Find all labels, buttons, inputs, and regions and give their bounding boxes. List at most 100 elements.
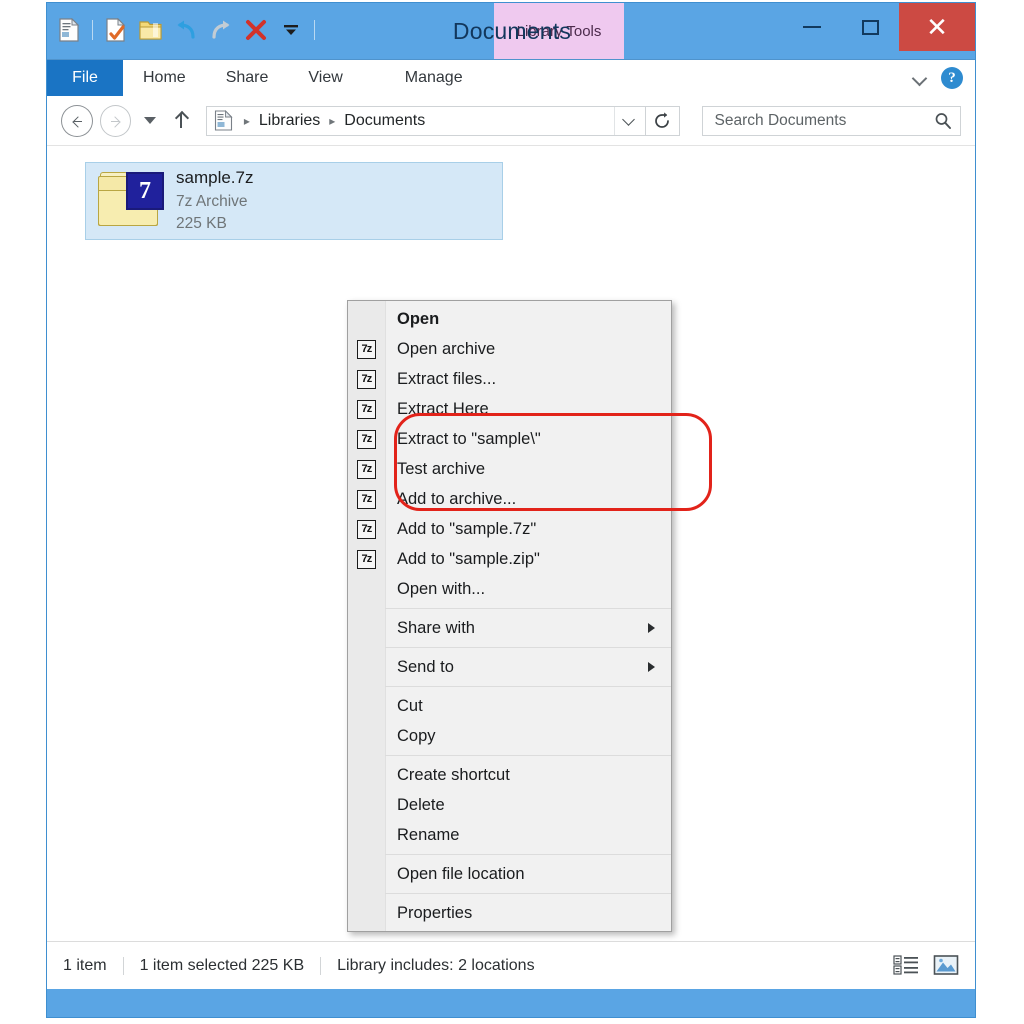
7z-icon: 7z [357,489,376,509]
menu-separator [385,755,671,756]
large-icons-view-button[interactable] [933,954,959,978]
arrow-right-icon [110,115,122,127]
menu-item-share-with[interactable]: Share with [348,613,671,643]
chevron-down-icon[interactable] [913,71,927,85]
seven-zip-badge-label: 7 [139,178,151,204]
menu-icon-slot: 7z [348,489,385,509]
new-item-icon[interactable] [102,16,130,44]
menu-item-label: Rename [397,825,460,844]
tab-manage-label: Manage [404,69,463,86]
title-bar: Library Tools Documents ✕ [47,3,975,59]
tab-home[interactable]: Home [123,60,206,96]
menu-item-label: Extract files... [397,369,497,388]
delete-icon[interactable] [242,16,270,44]
submenu-arrow-icon [648,623,655,633]
redo-icon [207,16,235,44]
breadcrumb[interactable]: ▸ Libraries ▸ Documents [205,105,646,136]
contextual-tab-group-label: Library Tools [516,22,602,40]
help-icon-glyph: ? [948,69,956,86]
breadcrumb-separator-0: ▸ [243,113,250,128]
menu-item-label: Send to [397,657,454,676]
menu-item-add-to-sample-zip[interactable]: 7z Add to "sample.zip" [348,544,671,574]
file-item-sample-7z[interactable]: 7 sample.7z 7z Archive 225 KB [85,162,503,240]
ribbon-right-controls: ? [913,60,963,96]
menu-item-add-to-archive[interactable]: 7z Add to archive... [348,484,671,514]
qat-separator-2 [314,20,315,40]
menu-item-open-with[interactable]: Open with... [348,574,671,604]
minimize-button[interactable] [783,3,841,51]
tab-manage[interactable]: Manage [385,60,483,96]
status-item-count: 1 item [63,956,107,974]
menu-icon-slot: 7z [348,549,385,569]
seven-zip-badge-icon: 7 [126,172,164,210]
back-button[interactable] [61,104,93,137]
menu-item-extract-to-folder[interactable]: 7z Extract to "sample\" [348,424,671,454]
menu-separator [385,893,671,894]
tab-share[interactable]: Share [206,60,289,96]
menu-item-extract-files[interactable]: 7z Extract files... [348,364,671,394]
menu-item-label: Share with [397,618,475,637]
menu-item-open-archive[interactable]: 7z Open archive [348,334,671,364]
menu-icon-slot: 7z [348,399,385,419]
search-placeholder: Search Documents [714,111,847,129]
status-library-info: Library includes: 2 locations [337,956,535,974]
tab-file[interactable]: File [47,60,123,96]
help-icon[interactable]: ? [941,67,963,89]
menu-item-open-file-location[interactable]: Open file location [348,859,671,889]
chevron-down-icon [624,115,635,126]
menu-item-add-to-sample-7z[interactable]: 7z Add to "sample.7z" [348,514,671,544]
context-menu[interactable]: Open 7z Open archive 7z Extract files... [347,300,712,932]
close-icon: ✕ [926,12,948,42]
tab-share-label: Share [225,69,269,86]
tab-view[interactable]: View [288,60,362,96]
breadcrumb-separator-1[interactable]: ▸ [322,114,342,128]
details-view-button[interactable] [893,954,919,978]
explorer-window: Library Tools Documents ✕ File Home Shar… [46,2,976,1018]
menu-item-copy[interactable]: Copy [348,721,671,751]
arrow-up-icon [174,112,188,130]
menu-item-test-archive[interactable]: 7z Test archive [348,454,671,484]
menu-item-properties[interactable]: Properties [348,898,671,928]
7z-icon: 7z [357,549,376,569]
file-list-area[interactable]: 7 sample.7z 7z Archive 225 KB Open 7z Op… [47,146,975,941]
ribbon-tab-bar: File Home Share View Manage ? [47,59,975,96]
menu-item-label: Test archive [397,459,486,478]
screenshot-root: Library Tools Documents ✕ File Home Shar… [0,0,1024,1024]
search-input[interactable]: Search Documents [701,105,962,136]
status-separator [320,956,322,975]
menu-item-label: Add to archive... [397,489,517,508]
menu-item-create-shortcut[interactable]: Create shortcut [348,760,671,790]
breadcrumb-item-documents[interactable]: Documents [342,112,427,130]
customize-qat-icon[interactable] [277,16,305,44]
menu-item-rename[interactable]: Rename [348,820,671,850]
refresh-button[interactable] [645,105,680,136]
tab-file-label: File [72,69,98,86]
breadcrumb-dropdown-button[interactable] [613,106,645,135]
recent-locations-button[interactable] [138,106,162,136]
maximize-button[interactable] [841,3,899,51]
menu-item-label: Open archive [397,339,496,358]
menu-item-label: Extract to "sample\" [397,429,541,448]
up-button[interactable] [169,106,193,136]
7z-archive-folder-icon: 7 [96,172,164,230]
file-item-info: sample.7z 7z Archive 225 KB [176,168,253,235]
caret-down-icon [144,117,157,124]
menu-icon-slot: 7z [348,519,385,539]
menu-separator [385,608,671,609]
menu-icon-slot: 7z [348,459,385,479]
7z-icon: 7z [357,339,376,359]
menu-item-delete[interactable]: Delete [348,790,671,820]
new-folder-icon[interactable] [137,16,165,44]
menu-item-cut[interactable]: Cut [348,691,671,721]
undo-icon[interactable] [172,16,200,44]
menu-item-label: Cut [397,696,423,715]
breadcrumb-item-libraries[interactable]: Libraries [257,112,322,130]
forward-button[interactable] [99,104,132,137]
close-button[interactable]: ✕ [899,3,975,51]
menu-separator [385,854,671,855]
properties-icon[interactable] [55,16,83,44]
maximize-icon [861,19,879,35]
menu-item-send-to[interactable]: Send to [348,652,671,682]
menu-item-open[interactable]: Open [348,304,671,334]
menu-item-extract-here[interactable]: 7z Extract Here [348,394,671,424]
